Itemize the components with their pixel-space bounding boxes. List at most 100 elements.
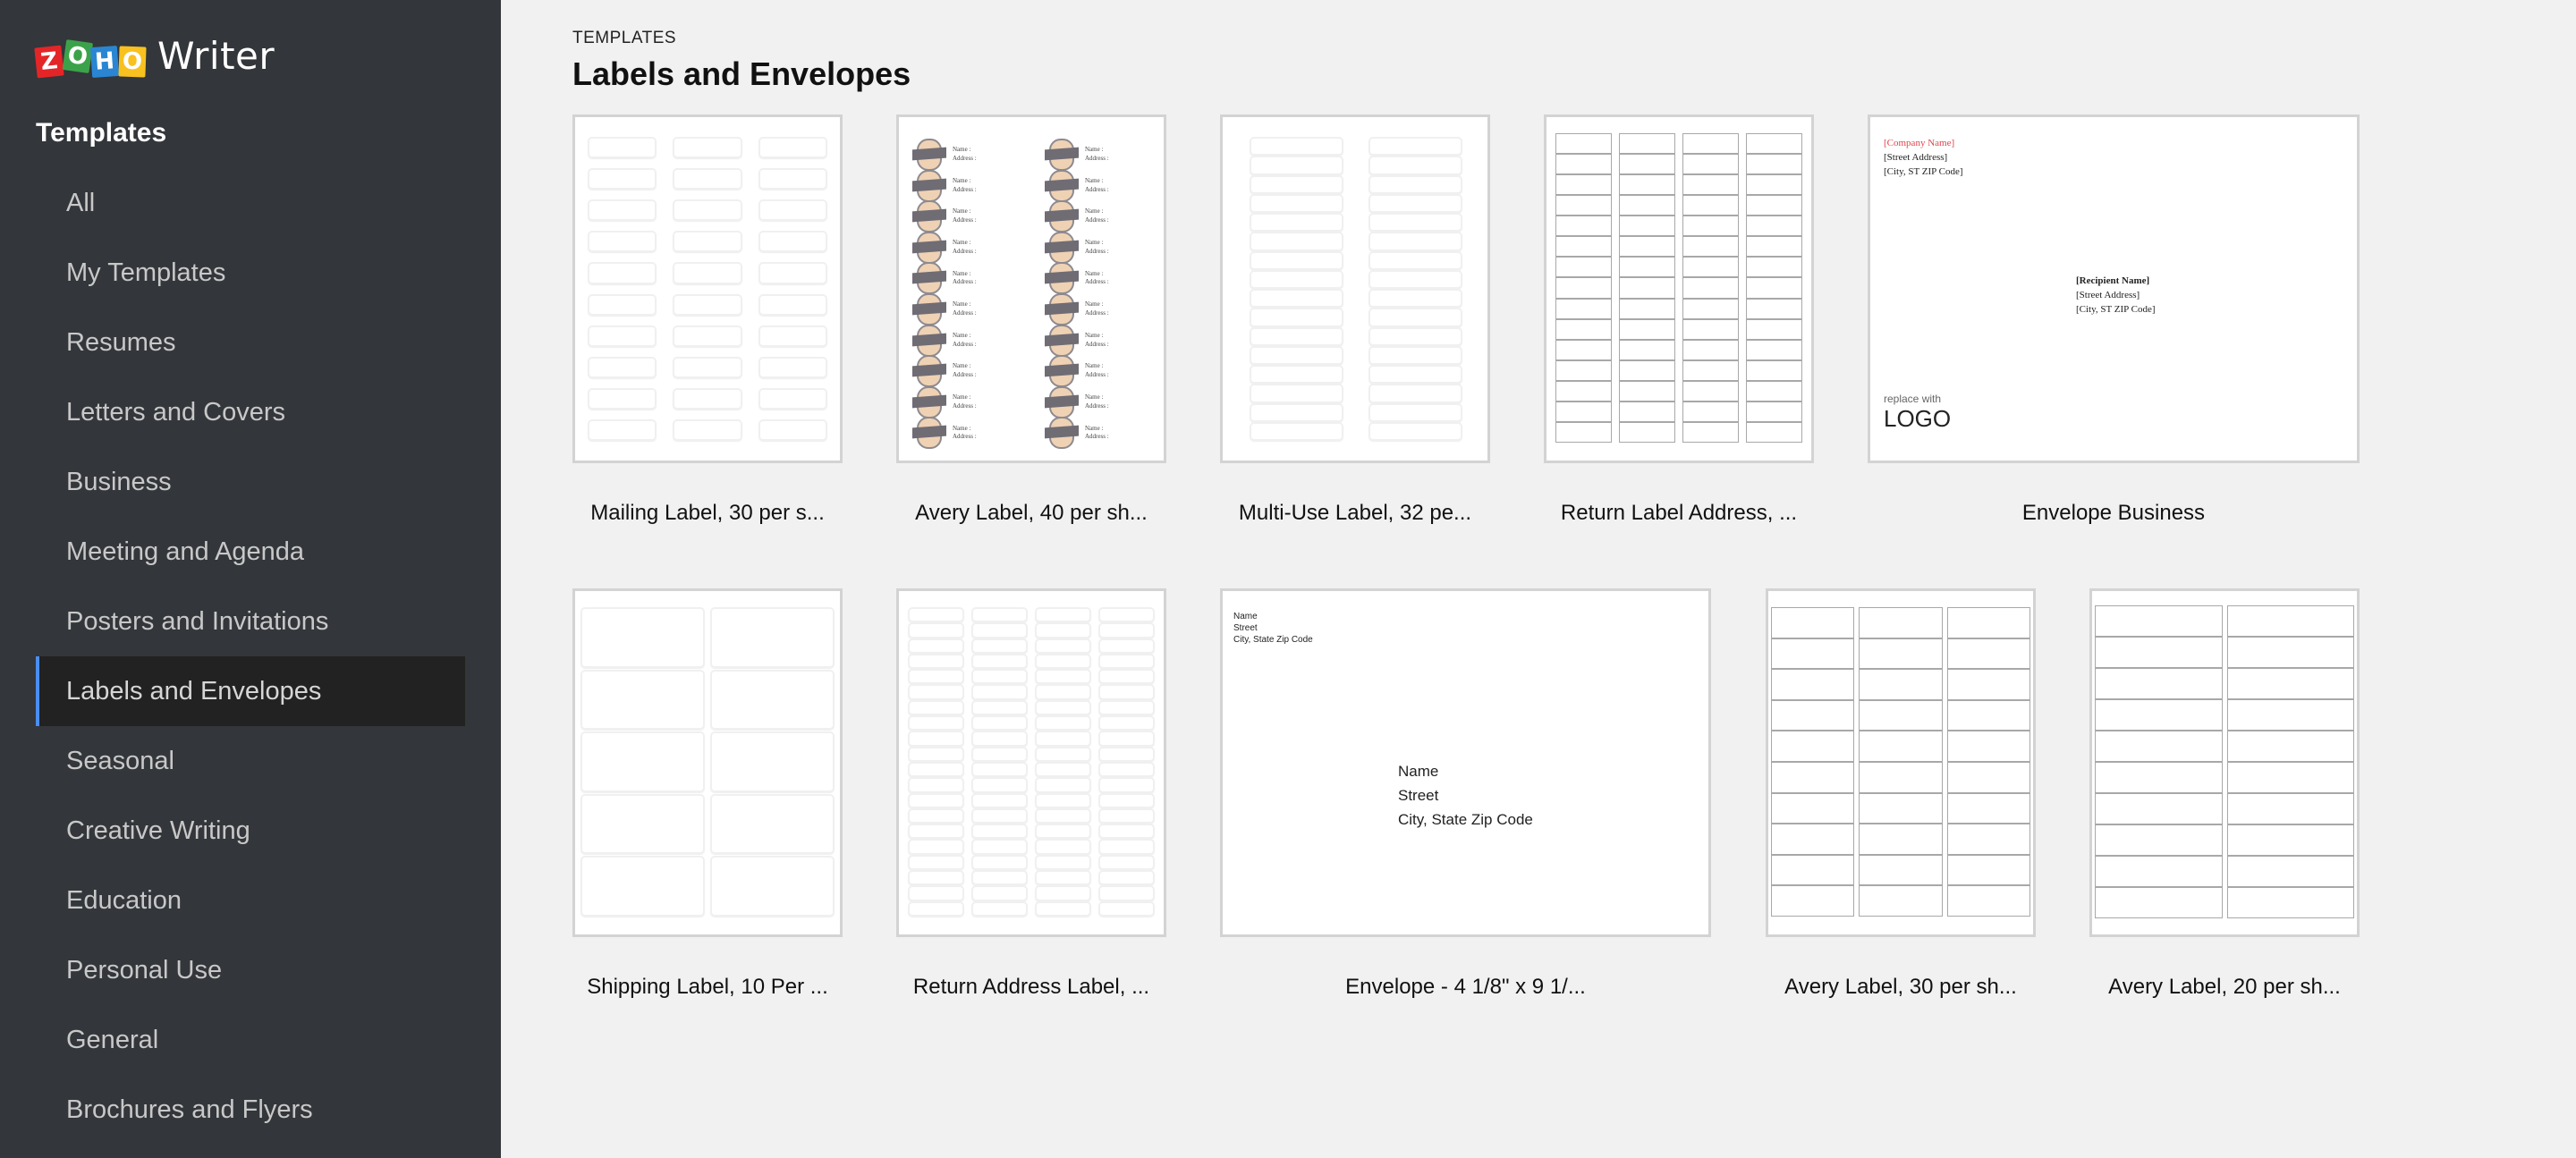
badge-fields: Name : Address :: [953, 176, 977, 193]
label-cell: [758, 168, 827, 190]
sidebar-item-label: Business: [66, 467, 172, 496]
label-grid: [2095, 605, 2354, 918]
label-cell: [971, 669, 1028, 685]
label-cell: [1682, 277, 1739, 299]
label-cell: [1746, 133, 1802, 155]
label-cell: [1098, 900, 1155, 917]
label-cell: [2226, 762, 2354, 793]
label-cell: [1555, 359, 1612, 381]
label-grid: [1555, 133, 1802, 443]
label-cell: [971, 746, 1028, 762]
label-cell: [971, 638, 1028, 654]
template-thumbnail: Name Street City, State Zip Code Name St…: [1220, 588, 1711, 937]
label-cell: [588, 387, 657, 410]
label-cell: [758, 262, 827, 284]
label-cell: [588, 168, 657, 190]
badge-fields: Name : Address :: [1085, 331, 1109, 348]
label-cell: [908, 824, 964, 840]
label-cell: [1035, 622, 1091, 638]
recipient-street: [Street Address]: [2076, 289, 2140, 300]
label-cell: [580, 669, 705, 731]
label-cell: [1250, 308, 1343, 327]
logo-text: LOGO: [1884, 404, 1952, 432]
label-cell: [971, 761, 1028, 778]
label-cell: [1619, 380, 1675, 401]
badge-fields: Name : Address :: [1085, 176, 1109, 193]
label-cell: [1098, 669, 1155, 685]
template-thumbnail: [572, 588, 843, 937]
label-cell: [1098, 622, 1155, 638]
label-cell: [588, 356, 657, 378]
label-cell: [1682, 298, 1739, 319]
label-cell: [758, 199, 827, 222]
label-cell: [580, 856, 705, 917]
label-cell: [971, 792, 1028, 808]
label-cell: [1771, 761, 1855, 793]
label-cell: [1771, 638, 1855, 670]
badge-fields: Name : Address :: [953, 362, 977, 379]
label-grid: [908, 607, 1155, 917]
label-cell: [1250, 250, 1343, 270]
sidebar-item-seasonal[interactable]: Seasonal: [36, 726, 465, 796]
sidebar-item-posters-and-invitations[interactable]: Posters and Invitations: [36, 587, 465, 656]
label-cell: [1859, 854, 1943, 886]
label-cell: [1619, 236, 1675, 258]
label-cell: [971, 607, 1028, 623]
label-cell: [1946, 824, 2030, 855]
label-cell: [1555, 174, 1612, 196]
sidebar-item-meeting-and-agenda[interactable]: Meeting and Agenda: [36, 517, 465, 587]
label-cell: [710, 669, 835, 731]
sidebar-item-business[interactable]: Business: [36, 447, 465, 517]
label-cell: [1682, 401, 1739, 422]
label-cell: [971, 824, 1028, 840]
label-cell: [1098, 870, 1155, 886]
zoho-writer-logo[interactable]: Z O H O Writer: [34, 32, 275, 79]
sidebar-item-labels-and-envelopes[interactable]: Labels and Envelopes: [36, 656, 465, 726]
label-cell: [1035, 638, 1091, 654]
label-cell: [1368, 156, 1462, 175]
label-cell: [1555, 421, 1612, 443]
label-cell: [908, 792, 964, 808]
sidebar-item-personal-use[interactable]: Personal Use: [36, 935, 465, 1005]
sidebar-item-all[interactable]: All: [36, 168, 465, 238]
sidebar-item-creative-writing[interactable]: Creative Writing: [36, 796, 465, 866]
label-cell: [1035, 669, 1091, 685]
label-cell: [908, 731, 964, 747]
label-cell: [1619, 133, 1675, 155]
label-cell: [1098, 653, 1155, 670]
sidebar-item-education[interactable]: Education: [36, 866, 465, 935]
sidebar-item-letters-and-covers[interactable]: Letters and Covers: [36, 377, 465, 447]
label-cell: [2226, 699, 2354, 731]
label-cell: [1619, 298, 1675, 319]
badge-fields: Name : Address :: [953, 207, 977, 224]
sidebar-item-resumes[interactable]: Resumes: [36, 308, 465, 377]
sidebar-heading: Templates: [36, 118, 167, 148]
badge-fields: Name : Address :: [1085, 300, 1109, 317]
label-cell: [1250, 365, 1343, 385]
label-cell: [1619, 277, 1675, 299]
sender-company: [Company Name]: [1884, 138, 1955, 148]
label-cell: [2095, 731, 2223, 762]
label-cell: [1555, 133, 1612, 155]
sidebar-item-my-templates[interactable]: My Templates: [36, 238, 465, 308]
label-cell: [2226, 887, 2354, 918]
label-cell: [2095, 668, 2223, 699]
label-cell: [1368, 174, 1462, 194]
label-cell: [908, 761, 964, 778]
label-cell: [758, 356, 827, 378]
template-name: Envelope Business: [2021, 501, 2206, 525]
label-cell: [1250, 232, 1343, 251]
label-cell: [908, 622, 964, 638]
label-cell: [1555, 401, 1612, 422]
label-cell: [1746, 236, 1802, 258]
label-cell: [1035, 607, 1091, 623]
logo-letter: Z: [34, 45, 64, 79]
sidebar-item-general[interactable]: General: [36, 1005, 465, 1075]
label-cell: [1035, 839, 1091, 855]
label-cell: [1368, 308, 1462, 327]
sidebar-item-brochures-and-flyers[interactable]: Brochures and Flyers: [36, 1075, 465, 1145]
sender-street: [Street Address]: [1884, 151, 1948, 163]
label-cell: [1368, 402, 1462, 422]
label-cell: [1619, 257, 1675, 278]
label-cell: [1035, 807, 1091, 824]
